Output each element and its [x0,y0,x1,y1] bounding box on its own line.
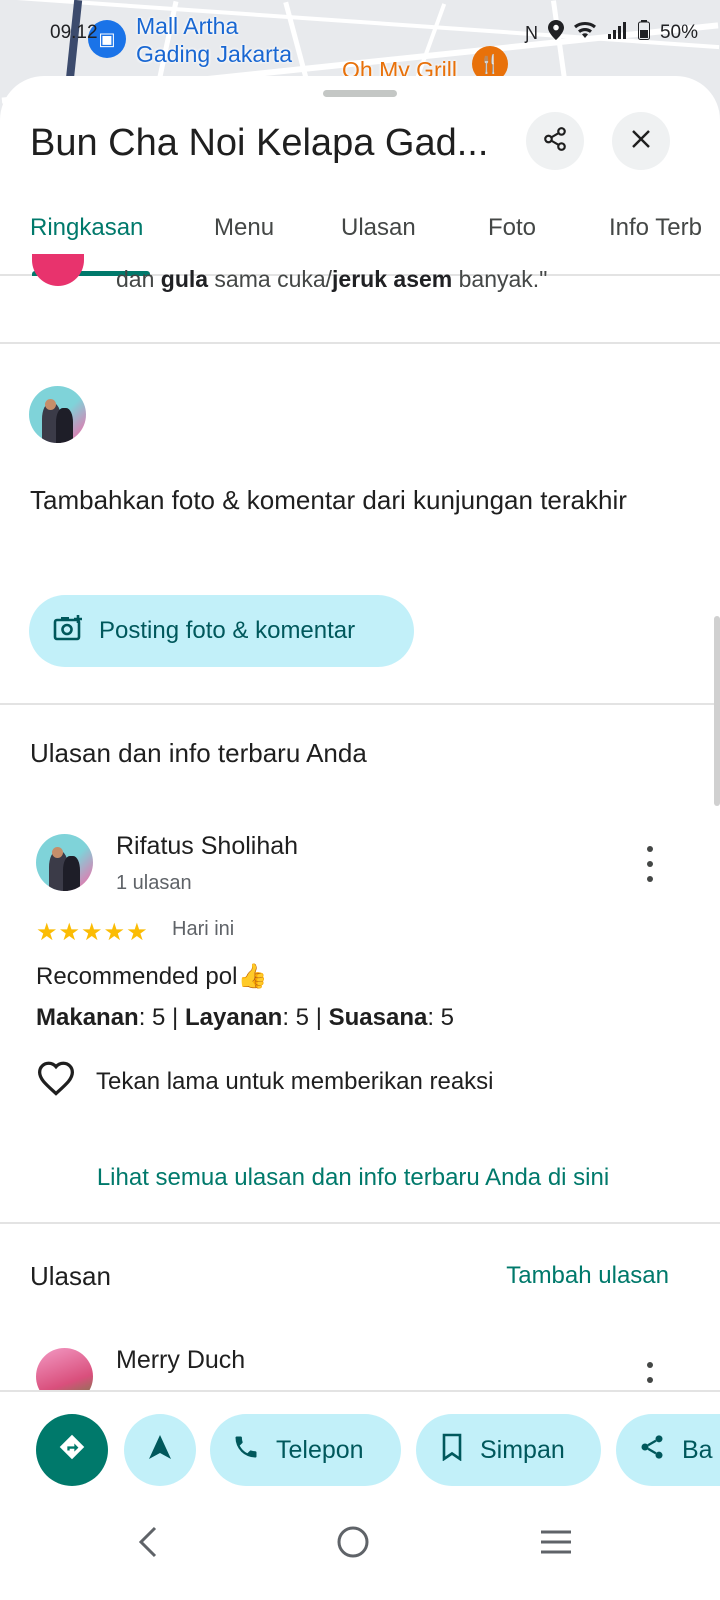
reviewer-name[interactable]: Rifatus Sholihah [116,832,298,861]
place-sheet: Bun Cha Noi Kelapa Gad... Ringkasan Menu… [0,76,720,1600]
share-action-button[interactable]: Ba [616,1414,720,1486]
tab-menu[interactable]: Menu [214,214,274,242]
place-title: Bun Cha Noi Kelapa Gad... [30,122,489,164]
back-button[interactable] [118,1514,178,1574]
review-date: Hari ini [172,918,235,940]
review-text: Recommended pol👍 [36,963,268,990]
home-button[interactable] [323,1514,383,1574]
reviewer-review-count: 1 ulasan [116,872,192,894]
more-options-button[interactable] [640,846,660,882]
share-button[interactable] [526,112,584,170]
user-avatar[interactable] [29,386,86,443]
divider [0,342,720,344]
battery-percent: 50% [659,22,698,43]
add-review-link[interactable]: Tambah ulasan [506,1262,669,1290]
status-time: 09.12 [50,22,98,43]
reviewer-name[interactable]: Merry Duch [116,1346,245,1375]
see-all-your-reviews-link[interactable]: Lihat semua ulasan dan info terbaru Anda… [0,1164,706,1192]
tab-info-terbaru[interactable]: Info Terb [609,214,702,242]
your-reviews-heading: Ulasan dan info terbaru Anda [30,738,367,768]
home-circle-icon [336,1525,370,1564]
scrollbar[interactable] [714,616,720,806]
action-bar: Telepon Simpan Ba [0,1390,720,1502]
drag-handle[interactable] [323,90,397,97]
save-label: Simpan [480,1435,565,1464]
bookmark-icon [440,1433,464,1468]
wifi-icon [573,21,596,45]
nfc-icon: Ɲ [524,22,538,43]
divider [0,1222,720,1224]
reviews-heading: Ulasan [30,1261,111,1291]
add-post-title: Tambahkan foto & komentar dari kunjungan… [30,485,627,515]
review-sub-ratings: Makanan: 5 | Layanan: 5 | Suasana: 5 [36,1004,455,1031]
signal-icon [606,21,628,45]
share-label: Ba [682,1435,713,1464]
system-nav-bar [0,1502,720,1600]
reviewer-avatar[interactable] [36,834,93,891]
battery-icon [637,20,650,46]
navigation-arrow-icon [149,1434,171,1466]
recents-button[interactable] [526,1514,586,1574]
tab-ringkasan[interactable]: Ringkasan [30,214,143,242]
tab-ulasan[interactable]: Ulasan [341,214,416,242]
post-photo-comment-label: Posting foto & komentar [99,617,356,644]
directions-button[interactable] [36,1414,108,1486]
location-icon [547,20,564,46]
star-rating: ★★★★★ [36,919,149,946]
close-icon [630,128,652,155]
add-photo-icon [53,614,83,649]
recents-menu-icon [539,1529,573,1560]
save-button[interactable]: Simpan [416,1414,601,1486]
reaction-button[interactable]: Tekan lama untuk memberikan reaksi [36,1060,494,1103]
directions-icon [58,1433,86,1468]
share-icon [542,126,568,157]
back-chevron-icon [137,1526,159,1563]
post-photo-comment-button[interactable]: Posting foto & komentar [29,595,414,667]
call-button[interactable]: Telepon [210,1414,401,1486]
divider [0,703,720,705]
close-button[interactable] [612,112,670,170]
reaction-hint: Tekan lama untuk memberikan reaksi [96,1067,494,1095]
status-bar: 09.12 Ɲ 50% [50,18,698,48]
tab-foto[interactable]: Foto [488,214,536,242]
call-label: Telepon [276,1435,364,1464]
review-snippet: dan gula sama cuka/jeruk asem banyak." [116,266,548,292]
heart-icon [36,1060,76,1103]
share-icon [638,1433,666,1468]
avatar [32,254,84,286]
start-navigation-button[interactable] [124,1414,196,1486]
phone-icon [232,1433,260,1468]
